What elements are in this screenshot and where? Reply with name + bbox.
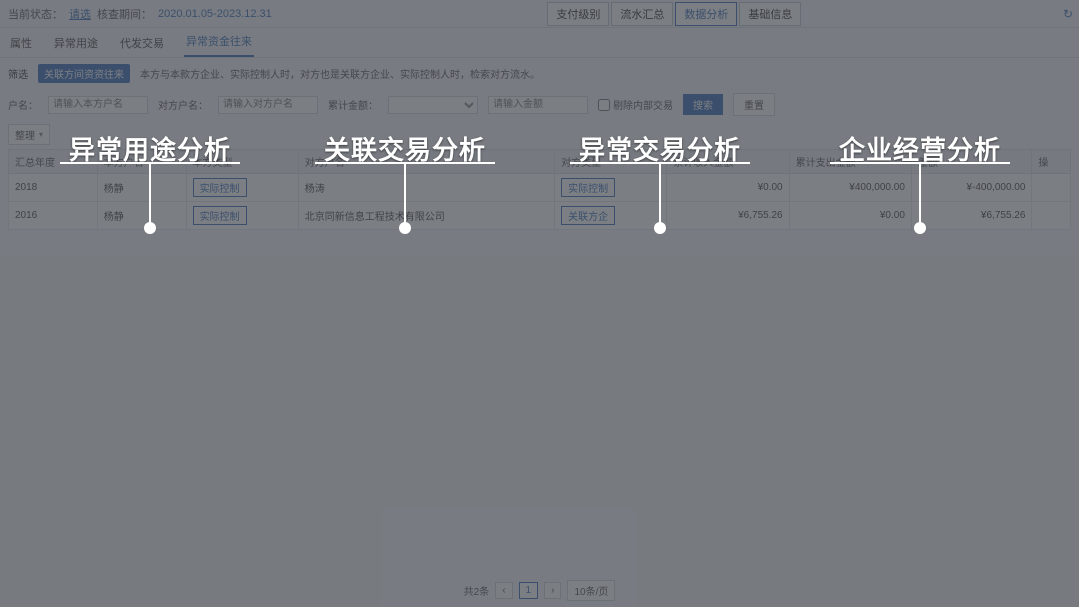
col-self-name[interactable]: 本方户名: [97, 150, 186, 174]
tab-abnormal-usage[interactable]: 异常用途: [52, 29, 100, 57]
filter-chips: 关联方间资资往来: [38, 64, 130, 83]
cell-self: 杨静: [97, 202, 186, 230]
chip-description: 本方与本款方企业、实际控制人时，对方也是关联方企业、实际控制人时，检索对方流水。: [140, 66, 540, 81]
pager-perpage[interactable]: 10条/页: [567, 580, 615, 601]
self-type-btn[interactable]: 实际控制: [193, 206, 247, 225]
cell-peer: 北京同新信息工程技术有限公司: [298, 202, 554, 230]
tab-payroll[interactable]: 代发交易: [118, 29, 166, 57]
filter-self-label: 户名：: [8, 97, 38, 112]
col-peer-name[interactable]: 对方户名: [298, 150, 554, 174]
col-year[interactable]: 汇总年度: [9, 150, 98, 174]
cell-diff: ¥6,755.26: [911, 202, 1032, 230]
chip-related-party[interactable]: 关联方间资资往来: [38, 64, 130, 83]
table-row: 2018杨静实际控制杨涛实际控制¥0.00¥400,000.00¥-400,00…: [9, 174, 1071, 202]
pager-current[interactable]: 1: [519, 582, 539, 599]
col-expense[interactable]: 累计支出金额: [789, 150, 911, 174]
top-btn-payment-level[interactable]: 支付级别: [547, 2, 609, 26]
exclude-internal-checkbox[interactable]: [598, 99, 610, 111]
status-link[interactable]: 请选: [69, 6, 91, 22]
exclude-internal-check[interactable]: 剔除内部交易: [598, 97, 673, 112]
reset-button[interactable]: 重置: [733, 93, 775, 116]
cell-self-type: 实际控制: [186, 202, 298, 230]
col-peer-type[interactable]: 对方类型: [555, 150, 667, 174]
table-row: 2016杨静实际控制 北京同新信息工程技术有限公司关联方企 ¥6,755.26¥0.…: [9, 202, 1071, 230]
cell-expense: ¥0.00: [789, 202, 911, 230]
col-op[interactable]: 操: [1032, 150, 1071, 174]
cell-op: [1032, 174, 1071, 202]
tab-abnormal-fund[interactable]: 异常资金往来: [184, 27, 254, 57]
pagination: 共2条 ‹ 1 › 10条/页: [0, 580, 1079, 601]
cell-peer: 杨涛: [298, 174, 554, 202]
peer-type-btn[interactable]: 关联方企: [561, 206, 615, 225]
header-label-period: 核查期间：: [97, 6, 152, 22]
cell-self: 杨静: [97, 174, 186, 202]
col-self-type[interactable]: 本方类型: [186, 150, 298, 174]
organize-dropdown[interactable]: 整理: [8, 124, 50, 145]
filter-amount-label: 累计金额：: [328, 97, 378, 112]
amount-op-select[interactable]: [388, 96, 478, 114]
tabs-bar: 属性 异常用途 代发交易 异常资金往来: [0, 28, 1079, 58]
chips-label: 筛选: [8, 66, 28, 81]
header-label-status: 当前状态：: [8, 6, 63, 22]
pager-next[interactable]: ›: [544, 582, 561, 599]
cell-income: ¥0.00: [667, 174, 789, 202]
cell-expense: ¥400,000.00: [789, 174, 911, 202]
cell-peer-type: 实际控制: [555, 174, 667, 202]
tab-attribute[interactable]: 属性: [8, 29, 34, 57]
self-name-input[interactable]: [48, 96, 148, 114]
search-button[interactable]: 搜索: [683, 94, 723, 115]
cell-self-type: 实际控制: [186, 174, 298, 202]
exclude-internal-label: 剔除内部交易: [613, 97, 673, 112]
col-diff[interactable]: 差额: [911, 150, 1032, 174]
peer-type-btn[interactable]: 实际控制: [561, 178, 615, 197]
top-btn-flow-summary[interactable]: 流水汇总: [611, 2, 673, 26]
refresh-icon[interactable]: ↻: [1063, 7, 1073, 21]
top-btn-data-analysis[interactable]: 数据分析: [675, 2, 737, 26]
col-income[interactable]: 累计收入金额: [667, 150, 789, 174]
top-btn-basic-info[interactable]: 基础信息: [739, 2, 801, 26]
result-table: 汇总年度 本方户名 本方类型 对方户名 对方类型 累计收入金额 累计支出金额 差…: [8, 149, 1071, 230]
pager-total: 共2条: [464, 583, 490, 598]
period-value: 2020.01.05-2023.12.31: [158, 8, 272, 20]
cell-peer-type: 关联方企: [555, 202, 667, 230]
pager-prev[interactable]: ‹: [495, 582, 512, 599]
cell-year: 2016: [9, 202, 98, 230]
cell-income: ¥6,755.26: [667, 202, 789, 230]
top-button-group: 支付级别 流水汇总 数据分析 基础信息: [547, 2, 801, 26]
self-type-btn[interactable]: 实际控制: [193, 178, 247, 197]
filter-peer-label: 对方户名：: [158, 97, 208, 112]
cell-op: [1032, 202, 1071, 230]
cell-year: 2018: [9, 174, 98, 202]
peer-name-input[interactable]: [218, 96, 318, 114]
cell-diff: ¥-400,000.00: [911, 174, 1032, 202]
amount-input[interactable]: [488, 96, 588, 114]
